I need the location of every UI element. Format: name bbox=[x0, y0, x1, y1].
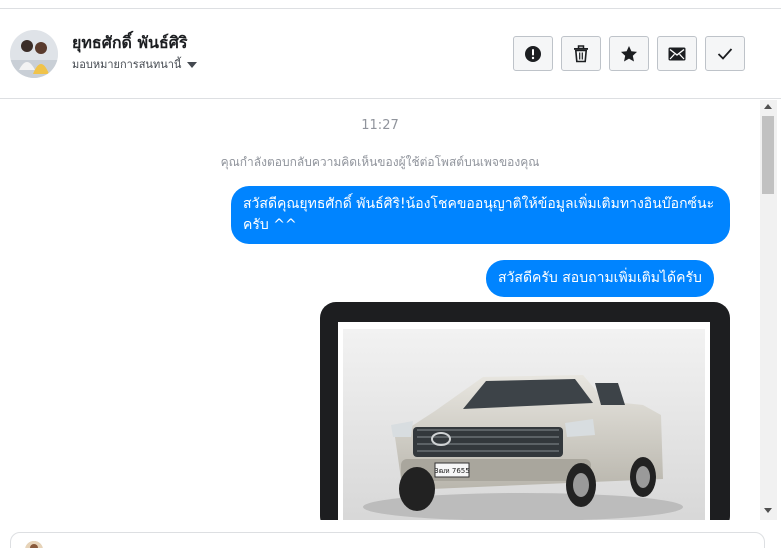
caret-down-icon bbox=[187, 61, 198, 68]
envelope-icon bbox=[668, 47, 686, 60]
message-timestamp: 11:27 bbox=[361, 118, 399, 133]
delete-button[interactable] bbox=[561, 36, 601, 71]
conversation-actions bbox=[513, 36, 745, 71]
scroll-up-arrow-icon[interactable] bbox=[764, 104, 772, 109]
thread-scrollbar[interactable] bbox=[760, 100, 777, 520]
message-thread: 11:27 คุณกำลังตอบกลับความคิดเห็นของผู้ใช… bbox=[0, 100, 760, 520]
license-plate: 3ฒห 7655 bbox=[434, 467, 469, 475]
reply-composer[interactable] bbox=[10, 532, 765, 548]
spam-button[interactable] bbox=[513, 36, 553, 71]
check-icon bbox=[717, 47, 733, 60]
page-avatar bbox=[25, 541, 43, 548]
star-button[interactable] bbox=[609, 36, 649, 71]
star-icon bbox=[621, 45, 637, 61]
conversation-header: ยุทธศักดิ์ พันธ์ศิริ มอบหมายการสนทนานี้ bbox=[0, 9, 781, 99]
pickup-truck-photo: 3ฒห 7655 bbox=[343, 329, 705, 520]
image-attachment[interactable]: 3ฒห 7655 bbox=[320, 302, 730, 520]
done-button[interactable] bbox=[705, 36, 745, 71]
contact-avatar[interactable] bbox=[10, 30, 58, 78]
contact-name: ยุทธศักดิ์ พันธ์ศิริ bbox=[72, 33, 188, 52]
photo-frame: 3ฒห 7655 bbox=[338, 322, 710, 520]
unread-button[interactable] bbox=[657, 36, 697, 71]
scroll-thumb[interactable] bbox=[762, 116, 774, 194]
assign-conversation-dropdown[interactable]: มอบหมายการสนทนานี้ bbox=[72, 55, 198, 73]
message-bubble: สวัสดีคุณยุทธศักดิ์ พันธ์ศิริ!น้องโชคขออ… bbox=[231, 186, 730, 244]
pickup-truck-image: 3ฒห 7655 bbox=[343, 329, 705, 520]
exclamation-icon bbox=[525, 45, 541, 62]
reply-context-notice: คุณกำลังตอบกลับความคิดเห็นของผู้ใช้ต่อโพ… bbox=[220, 155, 540, 169]
message-bubble: สวัสดีครับ สอบถามเพิ่มเติมได้ครับ bbox=[486, 260, 714, 297]
trash-icon bbox=[574, 44, 588, 62]
scroll-down-arrow-icon[interactable] bbox=[764, 508, 772, 513]
assign-label: มอบหมายการสนทนานี้ bbox=[72, 58, 182, 71]
